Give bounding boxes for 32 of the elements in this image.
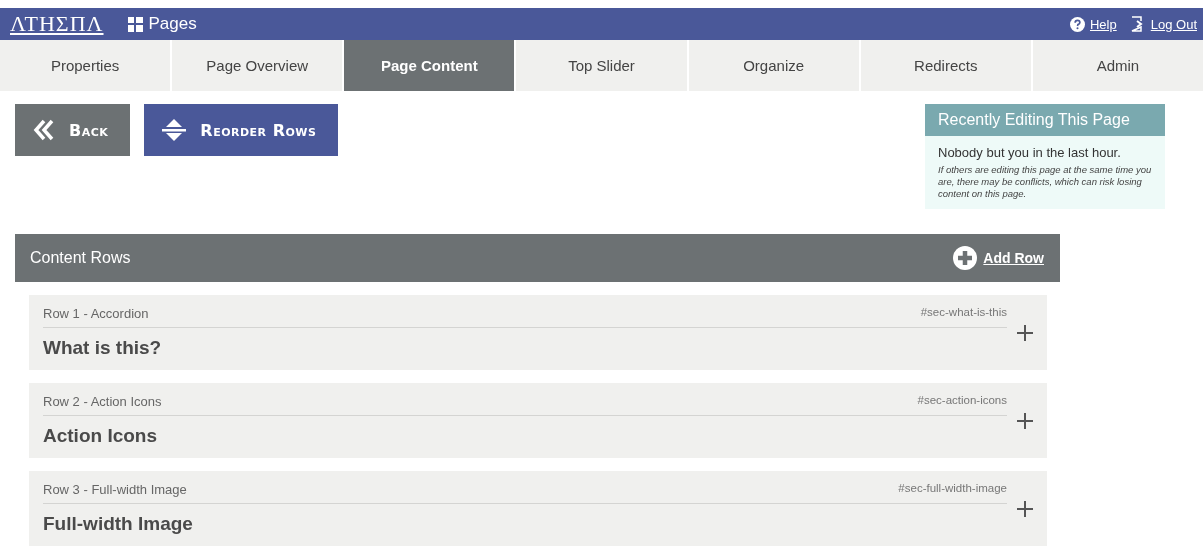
logo: ΛΤΗΣΠΛ (10, 11, 104, 37)
row-anchor: #sec-full-width-image (898, 482, 1007, 496)
plus-circle-icon (953, 246, 978, 270)
plus-icon (1017, 324, 1033, 341)
row-title: Full-width Image (43, 512, 194, 535)
row-title: What is this? (43, 336, 163, 359)
expand-button[interactable] (1017, 324, 1033, 341)
row-anchor: #sec-what-is-this (920, 306, 1007, 320)
row-anchor: #sec-action-icons (917, 394, 1007, 408)
tab[interactable]: Page Content (342, 40, 515, 91)
panel-title: Content Rows (30, 249, 131, 267)
reorder-button[interactable]: Reorder Rows (144, 104, 339, 156)
row-label: Row 3 - Full-width Image (43, 482, 187, 497)
help-link[interactable]: Help (1070, 16, 1117, 32)
section-title: Pages (127, 14, 197, 34)
plus-icon (1017, 412, 1033, 429)
back-button[interactable]: Back (15, 104, 131, 156)
panel-title: Recently Editing This Page (925, 104, 1165, 136)
logout-link[interactable]: Log Out (1130, 16, 1197, 32)
recent-message: Nobody but you in the last hour. (937, 144, 1122, 162)
expand-button[interactable] (1017, 412, 1033, 429)
chevron-left-icon (33, 119, 55, 141)
plus-icon (1017, 500, 1033, 517)
add-row-link[interactable]: Add Row (953, 246, 1044, 270)
row-label: Row 2 - Action Icons (43, 394, 162, 409)
help-icon (1070, 16, 1085, 32)
conflict-note: If others are editing this page at the same time you are, there may be conflicts, which can risk losing content on this page. (937, 164, 1153, 201)
up-down-icon (162, 118, 187, 142)
expand-button[interactable] (1017, 500, 1033, 517)
row-label: Row 1 - Accordion (43, 306, 149, 321)
grid-icon (127, 16, 143, 32)
row-title: Action Icons (43, 424, 158, 447)
